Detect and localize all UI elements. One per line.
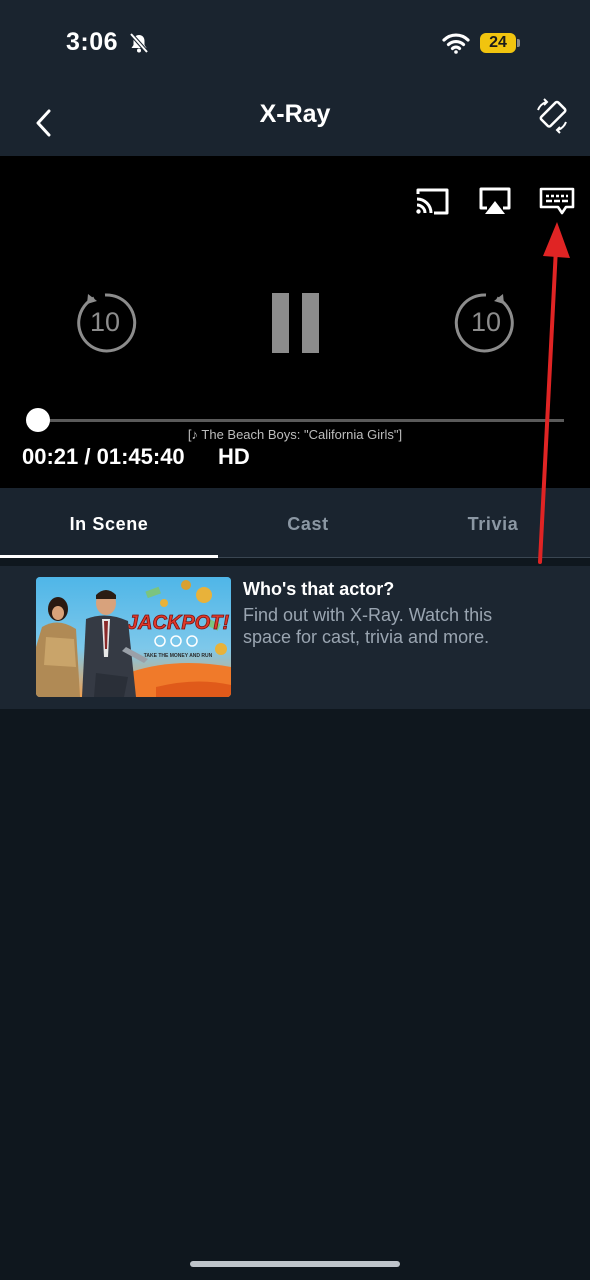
hd-badge: HD — [218, 444, 250, 469]
bell-slash-icon — [129, 32, 149, 54]
movie-poster-thumbnail[interactable]: JACKPOT! TAKE THE MONEY AND RUN — [36, 577, 231, 697]
forward-seconds: 10 — [470, 307, 502, 337]
pause-icon — [272, 293, 319, 353]
tab-trivia[interactable]: Trivia — [398, 488, 588, 558]
pause-button[interactable] — [266, 292, 326, 354]
poster-tagline: TAKE THE MONEY AND RUN — [144, 653, 213, 659]
wifi-icon — [442, 33, 470, 54]
rotate-screen-button[interactable] — [534, 98, 570, 134]
app-header: X-Ray — [0, 88, 590, 156]
progress-track[interactable] — [38, 419, 564, 422]
rotate-screen-icon — [537, 98, 567, 134]
cast-icon[interactable] — [414, 186, 450, 216]
time-readout: 00:21 / 01:45:40 — [22, 444, 185, 469]
forward-10-button[interactable]: 10 — [453, 290, 519, 356]
status-bar: 3:06 24 — [0, 0, 590, 88]
rewind-seconds: 10 — [89, 307, 121, 337]
poster-title: JACKPOT! — [127, 612, 230, 634]
home-indicator[interactable] — [190, 1261, 400, 1267]
battery-nub — [517, 39, 520, 47]
card-description: Find out with X-Ray. Watch this space fo… — [243, 605, 493, 647]
card-title: Who's that actor? — [243, 579, 395, 599]
active-tab-indicator — [0, 555, 218, 558]
airplay-icon[interactable] — [478, 186, 512, 216]
xray-promo-card[interactable]: JACKPOT! TAKE THE MONEY AND RUN Who's th… — [0, 566, 590, 709]
rewind-10-button[interactable]: 10 — [72, 290, 138, 356]
poster-image: JACKPOT! TAKE THE MONEY AND RUN — [36, 577, 231, 697]
battery-icon: 24 — [480, 33, 516, 53]
tab-in-scene[interactable]: In Scene — [0, 488, 218, 558]
battery-level: 24 — [489, 34, 507, 51]
tab-bar: In Scene Cast Trivia — [0, 488, 590, 558]
page-title: X-Ray — [259, 100, 331, 128]
caption-text: [♪ The Beach Boys: "California Girls"] — [187, 427, 403, 442]
subtitles-icon[interactable] — [538, 186, 576, 216]
video-player[interactable]: 10 10 [♪ The Beach Boys: "California Gir… — [0, 156, 590, 488]
tab-cast[interactable]: Cast — [218, 488, 398, 558]
status-time: 3:06 — [66, 28, 119, 56]
